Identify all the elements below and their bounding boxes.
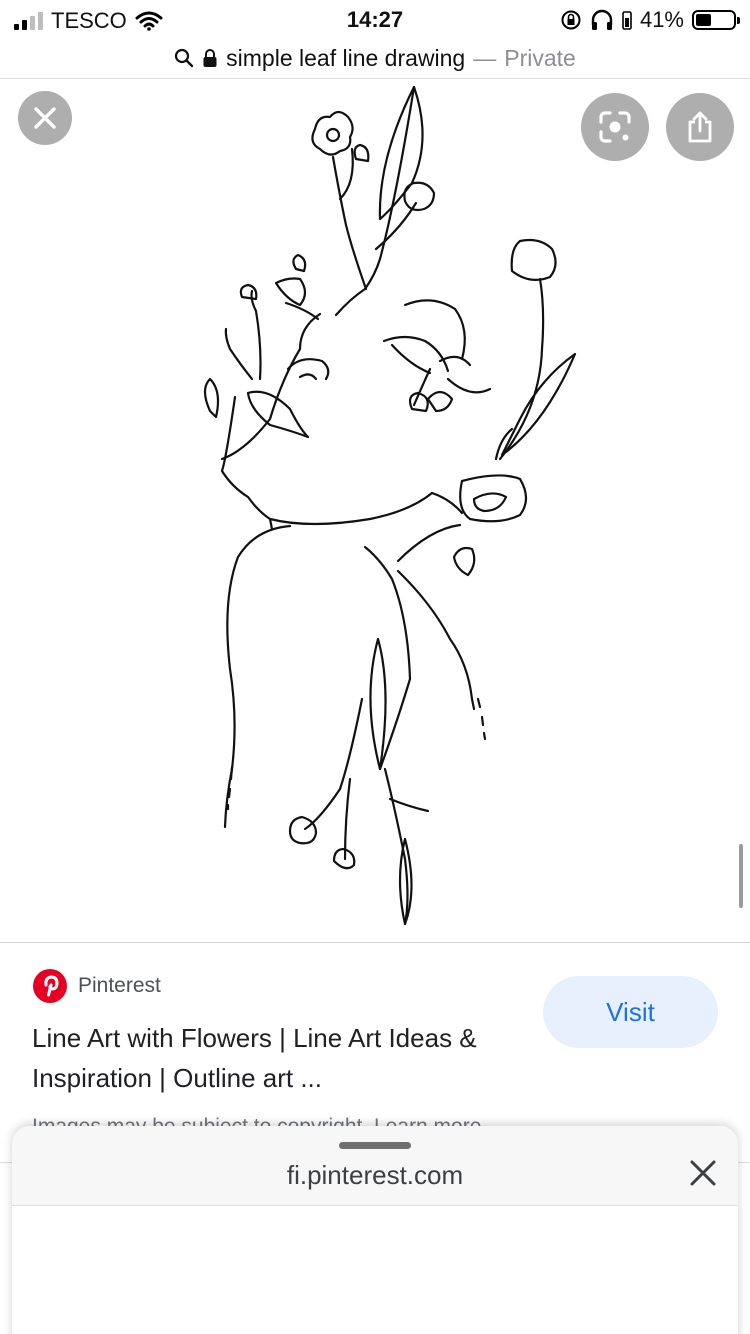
close-button[interactable] (18, 91, 72, 145)
scrollbar[interactable] (739, 844, 743, 908)
source-row[interactable]: Pinterest (32, 968, 161, 1004)
status-right: 41% (560, 7, 740, 33)
rotation-lock-icon (561, 10, 581, 30)
lens-button[interactable] (581, 93, 649, 161)
status-bar: TESCO 14:27 41% (0, 0, 750, 40)
source-name: Pinterest (78, 974, 161, 997)
image-viewer[interactable] (0, 79, 750, 942)
url-separator: — (473, 44, 497, 71)
drag-handle[interactable] (339, 1142, 411, 1149)
image-divider (0, 942, 750, 943)
battery-icon (692, 10, 740, 30)
headphones-icon (591, 9, 613, 30)
line-art-image (203, 85, 577, 926)
share-button[interactable] (666, 93, 734, 161)
pinterest-logo-icon (33, 969, 67, 1003)
sheet-close-button[interactable] (686, 1156, 720, 1190)
lens-icon (599, 111, 631, 143)
close-icon (34, 107, 56, 129)
result-title[interactable]: Line Art with Flowers | Line Art Ideas &… (32, 1018, 522, 1098)
sheet-domain: fi.pinterest.com (286, 1160, 464, 1190)
headphone-battery-icon (622, 11, 632, 30)
battery-fill (696, 14, 711, 26)
share-icon (688, 111, 712, 143)
preview-sheet[interactable]: fi.pinterest.com (12, 1126, 738, 1334)
visit-button[interactable]: Visit (543, 976, 718, 1048)
close-icon (690, 1160, 716, 1186)
battery-percent: 41% (639, 7, 684, 32)
address-bar[interactable]: simple leaf line drawing — Private (0, 38, 750, 78)
search-icon (175, 48, 194, 68)
lock-icon (203, 49, 217, 67)
private-mode-label: Private (504, 44, 576, 71)
search-query: simple leaf line drawing (226, 44, 466, 71)
